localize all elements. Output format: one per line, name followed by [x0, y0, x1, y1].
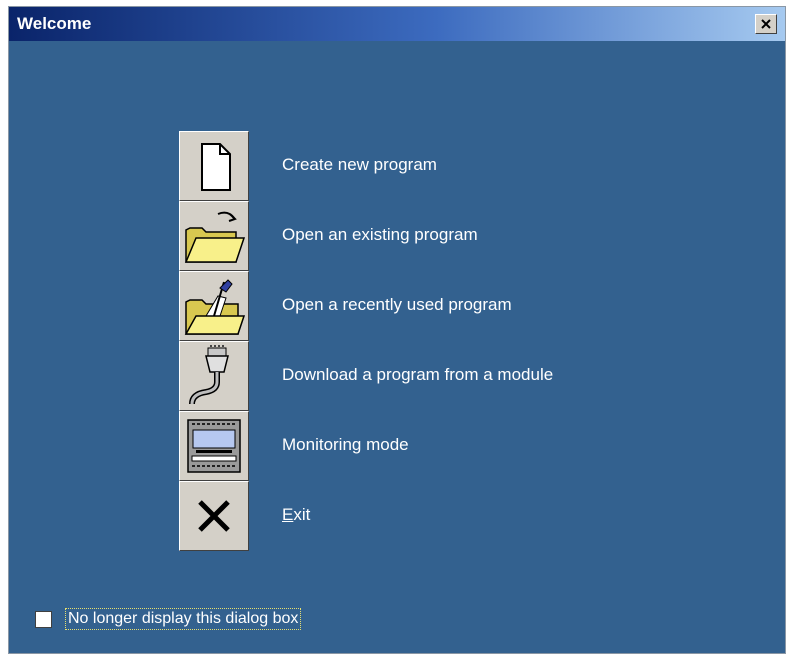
menu-item-monitoring-mode[interactable]: Monitoring mode	[179, 411, 699, 481]
exit-label: Exit	[282, 505, 310, 525]
create-new-program-label: Create new program	[282, 155, 437, 174]
download-program-label: Download a program from a module	[282, 365, 554, 384]
no-longer-display-checkbox[interactable]	[35, 611, 52, 628]
exit-label-rest: xit	[293, 505, 311, 524]
recent-folder-icon	[184, 279, 246, 335]
menu-item-create-new-program[interactable]: Create new program	[179, 131, 699, 201]
open-recent-program-label: Open a recently used program	[282, 295, 512, 314]
dialog-title: Welcome	[17, 14, 92, 33]
exit-x-icon	[198, 500, 230, 532]
open-recent-program-button[interactable]	[179, 271, 249, 341]
title-bar[interactable]: Welcome	[9, 7, 785, 41]
download-cable-icon	[189, 345, 229, 405]
create-new-program-button[interactable]	[179, 131, 249, 201]
monitoring-mode-label: Monitoring mode	[282, 435, 409, 454]
exit-button[interactable]	[179, 481, 249, 551]
new-document-icon	[201, 143, 231, 191]
exit-accelerator: E	[282, 505, 294, 524]
monitor-module-icon	[187, 419, 241, 473]
menu-item-open-existing-program[interactable]: Open an existing program	[179, 201, 699, 271]
close-icon	[761, 19, 771, 29]
menu-item-exit[interactable]: Exit	[179, 481, 699, 551]
no-longer-display-label[interactable]: No longer display this dialog box	[65, 608, 302, 630]
close-button[interactable]	[755, 14, 777, 34]
open-folder-icon	[184, 211, 246, 263]
menu-item-download-program[interactable]: Download a program from a module	[179, 341, 699, 411]
welcome-dialog: Welcome Create new program Open an exist…	[8, 6, 786, 654]
download-program-button[interactable]	[179, 341, 249, 411]
monitoring-mode-button[interactable]	[179, 411, 249, 481]
menu-item-open-recent-program[interactable]: Open a recently used program	[179, 271, 699, 341]
open-existing-program-label: Open an existing program	[282, 225, 478, 244]
open-existing-program-button[interactable]	[179, 201, 249, 271]
